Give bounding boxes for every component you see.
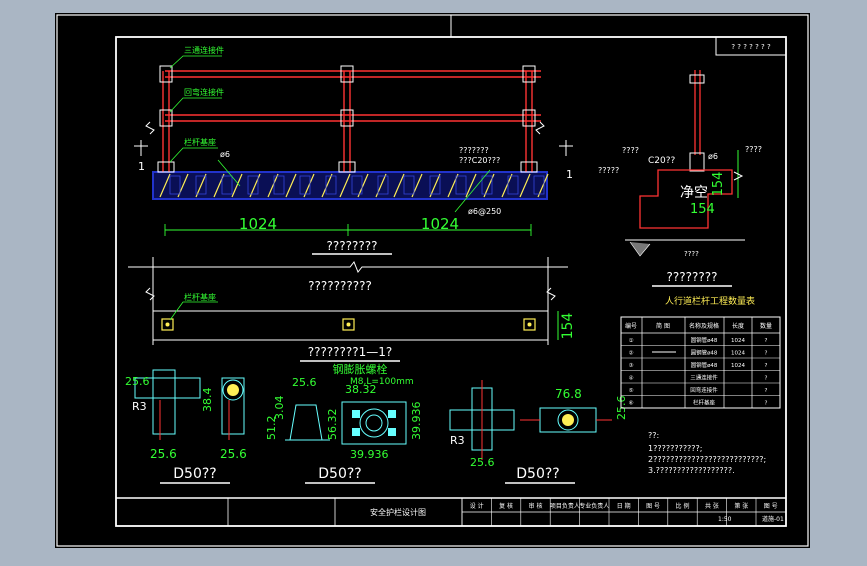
note-2: 2??????????????????????????;: [648, 455, 766, 464]
d1-dim-r: R3: [132, 400, 147, 413]
tb-scale: 1:50: [718, 516, 732, 523]
d2-caption: D50??: [318, 466, 361, 482]
table-cell: 1024: [731, 338, 745, 344]
th-sketch: 简 图: [656, 322, 670, 330]
table-cell: ?: [765, 401, 768, 407]
table-cell: 栏杆基座: [693, 399, 716, 407]
d2-dim-top: 25.6: [292, 376, 317, 389]
table-cell: 圆钢管ø48: [691, 336, 718, 344]
section-caption: ????????: [667, 270, 718, 284]
d2-dim-b: 39.936: [350, 448, 389, 461]
dim-left: 1024: [239, 215, 277, 233]
label-concrete-2: ???C20???: [459, 156, 500, 165]
label-post-base: 栏杆基座: [184, 137, 216, 147]
cad-viewport[interactable]: ? ? ? ? ? ? ? 1 1 三通连接件 回弯连接件 栏杆基座 ø6 ??…: [0, 0, 867, 562]
d3-caption: D50??: [516, 466, 559, 482]
label-three-way: 三通连接件: [184, 45, 224, 55]
section-phi6: ø6: [708, 152, 718, 161]
tb-cell: 日 期: [617, 502, 631, 510]
th-name: 名称及规格: [689, 322, 719, 330]
tb-cell: 图 号: [764, 503, 778, 510]
d3-dim-r: R3: [450, 434, 465, 447]
elevation-caption: ????????: [327, 239, 378, 253]
table-cell: ②: [629, 350, 634, 357]
d2-dim-r: 39.936: [410, 402, 423, 441]
th-no: 编号: [625, 322, 637, 330]
table-cell: ?: [765, 351, 768, 357]
plan-caption: ????????1—1?: [308, 345, 393, 359]
plan-note: ??????????: [308, 279, 372, 293]
section-bottom-note: ????: [684, 250, 699, 258]
tb-cell: 专业负责人: [579, 502, 609, 510]
note-3: 3.??????????????????.: [648, 466, 735, 475]
table-cell: ?: [765, 388, 768, 394]
th-len: 长度: [732, 322, 744, 330]
dim-right: 1024: [421, 215, 459, 233]
label-concrete-1: ???????: [459, 146, 489, 155]
section-top-mid-2: C20??: [648, 156, 676, 166]
d2-dim-l2: 3.04: [273, 396, 286, 421]
section-dim-b: 154: [690, 202, 715, 217]
table-cell: 回弯连接件: [690, 386, 718, 394]
tb-cell: 设 计: [470, 502, 484, 510]
section-mark-right-label: 1: [566, 168, 573, 181]
table-cell: ③: [629, 363, 634, 369]
d1-dim-b1: 25.6: [150, 447, 177, 461]
tb-cell: 第 张: [734, 502, 748, 510]
drawing-name: 安全护栏设计图: [370, 507, 426, 517]
table-cell: ④: [629, 376, 634, 382]
d2-dim-l3: 56.32: [326, 409, 339, 441]
notes-head: ??:: [648, 431, 659, 440]
tb-cell: 项目负责人: [550, 502, 580, 510]
table-cell: 三通连接件: [690, 374, 718, 382]
tb-sheet: 道施-01: [762, 515, 784, 523]
tb-cell: 复 核: [499, 502, 513, 510]
detail-heading: 钢膨胀螺栓: [333, 362, 388, 376]
table-cell: ①: [629, 338, 634, 344]
table-cell: ?: [765, 376, 768, 382]
label-rebar-spacing: ø6@250: [468, 207, 501, 216]
d2-dim-top2: 38.32: [345, 383, 377, 396]
section-center-text: 净空: [680, 185, 708, 201]
label-phi6: ø6: [220, 150, 230, 159]
d1-dim-right: 38.4: [201, 388, 214, 413]
top-right-box-text: ? ? ? ? ? ? ?: [731, 43, 771, 51]
plan-base-label: 栏杆基座: [184, 292, 216, 302]
table-cell: ?: [765, 363, 768, 369]
d1-dim-b2: 25.6: [220, 447, 247, 461]
table-cell: 圆钢管ø48: [691, 361, 718, 369]
table-cell: 圆钢管ø48: [691, 349, 718, 357]
table-title: 人行道栏杆工程数量表: [665, 295, 755, 307]
table-cell: ⑥: [629, 401, 634, 407]
section-top-mid-1: ????: [622, 146, 639, 155]
table-cell: ?: [765, 338, 768, 344]
th-qty: 数量: [760, 322, 772, 330]
section-top-right: ????: [745, 145, 762, 154]
tb-cell: 审 核: [529, 502, 543, 510]
tb-cell: 比 例: [676, 502, 690, 510]
d3-dim-top: 76.8: [555, 387, 582, 401]
table-cell: ⑤: [629, 388, 634, 394]
section-dim-a: 154: [711, 172, 726, 197]
section-left-note: ?????: [598, 166, 619, 175]
tb-cell: 共 张: [705, 502, 719, 510]
d1-dim-top: 25.6: [125, 375, 150, 388]
table-cell: 1024: [731, 351, 745, 357]
d1-caption: D50??: [173, 466, 216, 482]
note-1: 1???????????;: [648, 444, 703, 453]
plan-dim: 154: [560, 313, 576, 340]
section-mark-left-label: 1: [138, 160, 145, 173]
table-cell: 1024: [731, 363, 745, 369]
drawing-canvas: ? ? ? ? ? ? ? 1 1 三通连接件 回弯连接件 栏杆基座 ø6 ??…: [55, 13, 810, 548]
d3-dim-b: 25.6: [470, 456, 495, 469]
tb-cell: 图 号: [646, 503, 660, 510]
label-return-elbow: 回弯连接件: [184, 87, 224, 97]
